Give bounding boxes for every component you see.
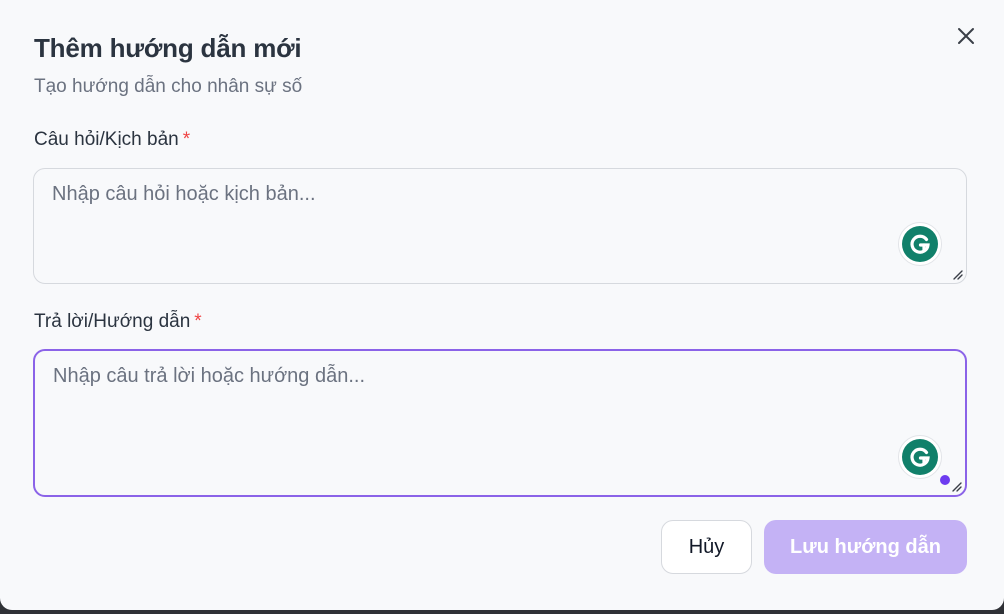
grammarly-button[interactable] — [898, 222, 942, 266]
add-guide-dialog: Thêm hướng dẫn mới Tạo hướng dẫn cho nhâ… — [0, 0, 1004, 610]
question-label: Câu hỏi/Kịch bản * — [34, 129, 190, 151]
required-mark: * — [182, 129, 191, 150]
close-button[interactable] — [952, 22, 980, 50]
required-mark: * — [194, 311, 202, 332]
answer-label-text: Trả lời/Hướng dẫn — [34, 311, 191, 332]
grammarly-status-dot — [940, 475, 950, 485]
cancel-button[interactable]: Hủy — [661, 520, 752, 574]
resize-handle-icon[interactable] — [950, 480, 962, 492]
answer-label: Trả lời/Hướng dẫn * — [34, 311, 202, 333]
grammarly-button[interactable] — [898, 435, 942, 479]
grammarly-icon — [902, 439, 938, 475]
answer-textarea-box — [33, 349, 967, 497]
save-guide-button[interactable]: Lưu hướng dẫn — [764, 520, 967, 574]
grammarly-icon — [902, 226, 938, 262]
answer-textarea[interactable] — [35, 351, 965, 495]
question-label-text: Câu hỏi/Kịch bản — [34, 129, 179, 150]
dialog-subtitle: Tạo hướng dẫn cho nhân sự số — [34, 76, 303, 97]
question-textarea-box — [33, 168, 967, 284]
dialog-title: Thêm hướng dẫn mới — [34, 33, 302, 63]
resize-handle-icon[interactable] — [951, 268, 963, 280]
question-textarea[interactable] — [34, 169, 966, 283]
close-icon — [958, 28, 974, 44]
